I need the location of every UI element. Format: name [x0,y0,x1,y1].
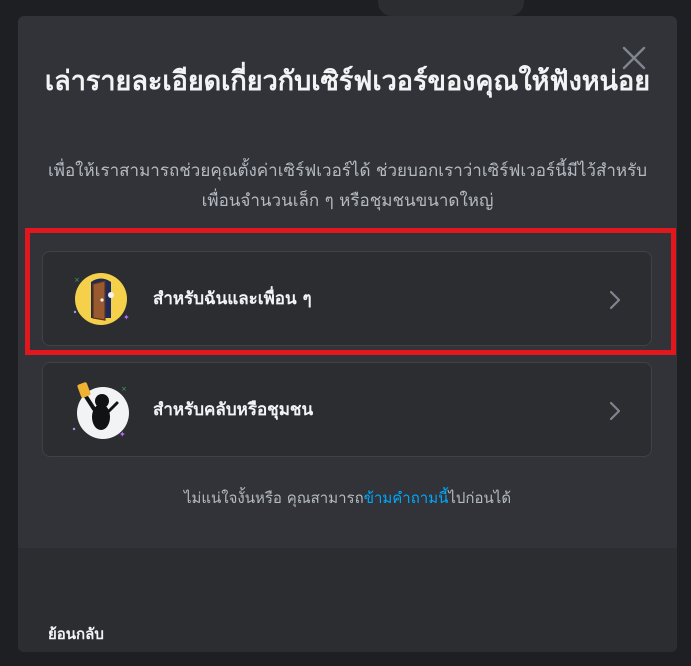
skip-question-text: ไม่แน่ใจงั้นหรือ คุณสามารถข้ามคำถามนี้ไป… [18,486,677,510]
option-me-and-friends-label: สำหรับฉันและเพื่อน ๆ [153,289,312,309]
chevron-right-icon [609,290,621,310]
modal-subtitle: เพื่อให้เราสามารถช่วยคุณตั้งค่าเซิร์ฟเวอ… [47,161,648,211]
background-window-tab [378,0,524,16]
back-button[interactable]: ย้อนกลับ [48,622,104,646]
svg-text:×: × [74,276,80,284]
svg-text:✦: ✦ [119,430,126,439]
skip-suffix: ไปก่อนได้ [448,489,512,507]
svg-text:×: × [121,385,127,393]
chevron-right-icon [609,401,621,421]
skip-question-link[interactable]: ข้ามคำถามนี้ [364,489,449,507]
option-me-and-friends[interactable]: × ✦ สำหรับฉันและเพื่อน ๆ [42,251,652,346]
skip-prefix: ไม่แน่ใจงั้นหรือ คุณสามารถ [183,489,364,507]
modal-title: เล่ารายละเอียดเกี่ยวกับเซิร์ฟเวอร์ของคุณ… [44,66,651,97]
server-purpose-modal: เล่ารายละเอียดเกี่ยวกับเซิร์ฟเวอร์ของคุณ… [18,16,677,652]
option-club-or-community-label: สำหรับคลับหรือชุมชน [153,400,314,420]
svg-text:✦: ✦ [123,313,130,322]
community-illustration-icon: × ✦ [72,382,129,439]
option-club-or-community[interactable]: × ✦ สำหรับคลับหรือชุมชน [42,362,652,457]
modal-footer: ย้อนกลับ [18,548,677,652]
door-illustration-icon: × ✦ [73,273,130,325]
